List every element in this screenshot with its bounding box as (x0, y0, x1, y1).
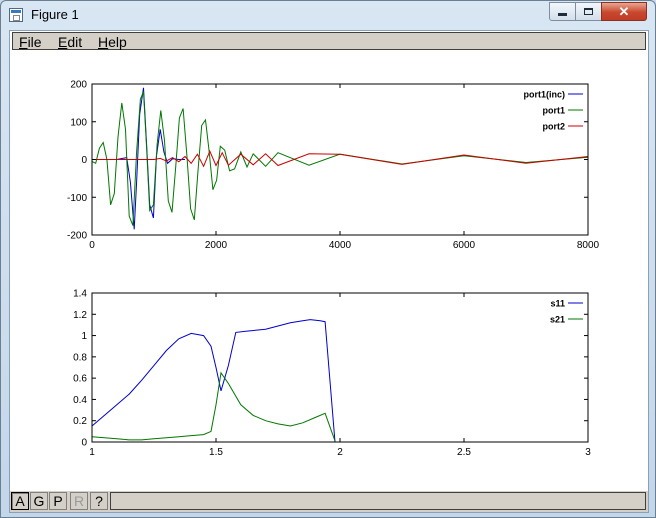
figure-client-area: File Edit Help 0 2000 4000 6000 8000 200 100 0-… (9, 30, 649, 513)
close-button[interactable]: ✕ (601, 2, 647, 21)
figure-window-icon (9, 8, 23, 22)
x-tick-label: 0 (89, 240, 95, 251)
toolbar-autoscale-button[interactable]: A (11, 492, 29, 510)
menu-help[interactable]: Help (98, 34, 127, 50)
x-tick-label: 2 (337, 447, 343, 458)
y-tick-label: -200 (67, 231, 87, 242)
x-tick-label: 1 (89, 447, 95, 458)
title-bar[interactable]: Figure 1 ✕ (1, 1, 655, 29)
chart-time-domain: 0 2000 4000 6000 8000 200 100 0 -100 -200 port1(in… (67, 80, 600, 252)
series-line-s21 (91, 371, 336, 442)
close-icon: ✕ (618, 3, 630, 19)
x-tick-label: 6000 (453, 240, 476, 251)
menu-edit[interactable]: Edit (58, 34, 82, 50)
toolbar-replot-button: R (70, 492, 88, 510)
x-tick-label: 8000 (577, 240, 600, 251)
figure-toolbar: A G P R ? (10, 491, 648, 512)
y-tick-label: 200 (70, 80, 87, 91)
y-tick-label: 0.8 (73, 352, 87, 363)
toolbar-print-button[interactable]: P (49, 492, 67, 510)
menu-file[interactable]: File (19, 34, 42, 50)
y-tick-label: 0.4 (73, 395, 87, 406)
plot-area[interactable]: 0 2000 4000 6000 8000 200 100 0 -100 -200 port1(in… (10, 52, 648, 490)
window-title: Figure 1 (31, 7, 79, 22)
status-field (110, 492, 646, 510)
minimize-icon (558, 13, 567, 16)
y-tick-label: 0.6 (73, 374, 87, 385)
legend-label: port1(inc) (524, 90, 566, 100)
y-tick-label: 1 (81, 331, 87, 342)
y-tick-label: -100 (67, 193, 87, 204)
toolbar-help-button[interactable]: ? (90, 492, 108, 510)
y-tick-label: 100 (70, 117, 87, 128)
legend-label: port2 (543, 122, 566, 132)
y-tick-label: 0 (81, 438, 87, 449)
toolbar-grid-button[interactable]: G (30, 492, 48, 510)
legend-label: s21 (550, 315, 565, 325)
legend-label: s11 (550, 299, 565, 309)
y-tick-label: 0.2 (73, 416, 87, 427)
x-tick-label: 2000 (205, 240, 228, 251)
legend-label: port1 (543, 106, 566, 116)
y-tick-label: 1.2 (73, 310, 87, 321)
x-tick-label: 4000 (329, 240, 352, 251)
y-tick-label: 1.4 (73, 289, 87, 300)
plot-frame (91, 292, 589, 443)
figure-window: Figure 1 ✕ File Edit Help 0 2000 4000 6000 8… (0, 0, 656, 518)
x-tick-label: 1.5 (209, 447, 223, 458)
maximize-icon (584, 8, 593, 15)
maximize-button[interactable] (575, 2, 602, 21)
x-tick-label: 3 (585, 447, 591, 458)
y-tick-label: 0 (81, 155, 87, 166)
chart-s-parameters: 1 1.5 2 2.5 3 1.4 1.2 1 0.8 0.6 0.4 0.2 0 s11 s21 (73, 289, 591, 459)
minimize-button[interactable] (549, 2, 576, 21)
x-tick-label: 2.5 (457, 447, 471, 458)
menu-bar: File Edit Help (12, 32, 646, 50)
